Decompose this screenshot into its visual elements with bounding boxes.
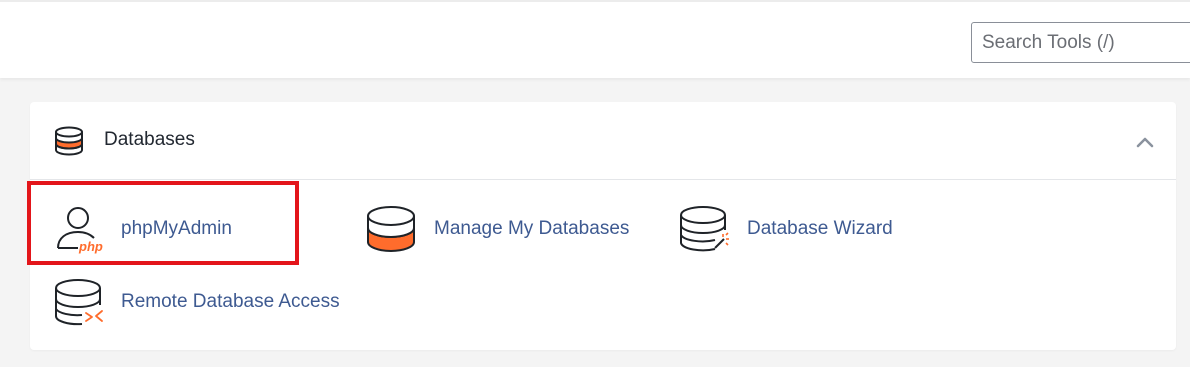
chevron-up-icon[interactable] [1132, 132, 1158, 152]
tool-database-wizard-label[interactable]: Database Wizard [747, 218, 893, 240]
database-wizard-icon [680, 206, 729, 252]
databases-panel-title: Databases [104, 129, 195, 150]
search-tools-input[interactable] [971, 22, 1190, 63]
database-icon [367, 206, 415, 252]
tool-manage-my-databases-label[interactable]: Manage My Databases [434, 218, 629, 240]
tool-database-wizard[interactable]: Database Wizard [677, 202, 897, 258]
tool-remote-database-access-label[interactable]: Remote Database Access [121, 291, 340, 313]
tool-manage-my-databases[interactable]: Manage My Databases [364, 202, 634, 258]
tool-phpmyadmin-label[interactable]: phpMyAdmin [121, 218, 232, 240]
php-icon-text: php [78, 239, 103, 254]
tool-remote-database-access[interactable]: Remote Database Access [52, 275, 342, 331]
databases-panel-header[interactable]: Databases [30, 102, 1176, 180]
phpmyadmin-user-icon: php [57, 207, 103, 254]
top-toolbar [0, 0, 1190, 78]
database-stack-icon [55, 126, 83, 156]
tool-phpmyadmin[interactable]: php phpMyAdmin [52, 202, 252, 258]
remote-database-icon [55, 279, 103, 326]
